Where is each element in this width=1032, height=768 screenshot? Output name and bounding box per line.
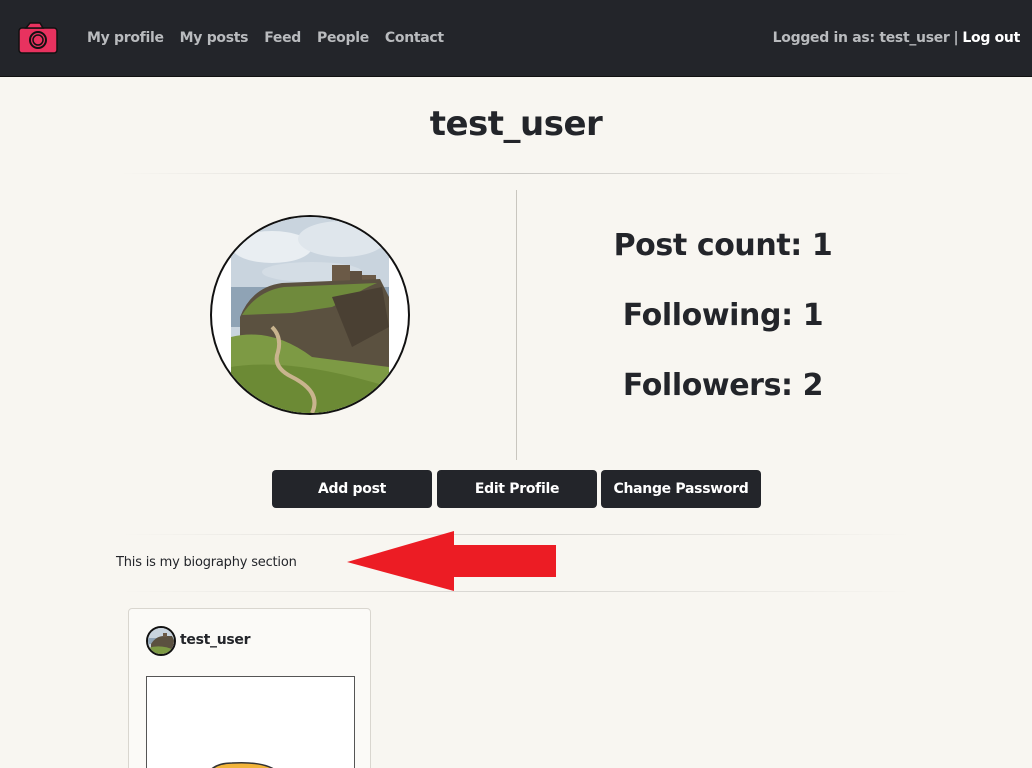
post-card[interactable]: test_user <box>128 608 371 768</box>
nav-link-my-profile[interactable]: My profile <box>87 30 164 46</box>
red-arrow-left-icon <box>345 530 559 596</box>
nav-link-contact[interactable]: Contact <box>385 30 444 46</box>
navbar: My profile My posts Feed People Contact … <box>0 0 1032 77</box>
castle-photo <box>148 628 174 654</box>
user-status: Logged in as: test_user | Log out <box>772 30 1021 46</box>
post-image[interactable] <box>146 676 355 768</box>
nav-links: My profile My posts Feed People Contact <box>87 30 460 46</box>
nav-link-feed[interactable]: Feed <box>264 30 301 46</box>
camera-icon[interactable] <box>18 22 58 54</box>
logout-link[interactable]: Log out <box>962 30 1020 46</box>
biography-text: This is my biography section <box>116 555 297 570</box>
followers-stat[interactable]: Followers: 2 <box>560 368 886 403</box>
divider <box>118 173 914 174</box>
post-author-avatar[interactable] <box>146 626 176 656</box>
post-illustration <box>211 761 274 768</box>
logged-in-text: Logged in as: test_user <box>772 30 950 46</box>
following-stat[interactable]: Following: 1 <box>560 298 886 333</box>
add-post-button[interactable]: Add post <box>272 470 432 508</box>
edit-profile-button[interactable]: Edit Profile <box>437 470 597 508</box>
nav-link-my-posts[interactable]: My posts <box>180 30 249 46</box>
nav-separator: | <box>953 30 959 46</box>
profile-username-title: test_user <box>429 104 603 144</box>
post-author-username[interactable]: test_user <box>180 632 251 648</box>
change-password-button[interactable]: Change Password <box>601 470 761 508</box>
vertical-divider <box>516 190 517 460</box>
post-count-stat: Post count: 1 <box>613 228 833 263</box>
profile-avatar <box>210 215 410 415</box>
nav-link-people[interactable]: People <box>317 30 369 46</box>
divider <box>120 591 912 592</box>
castle-photo <box>231 217 389 413</box>
